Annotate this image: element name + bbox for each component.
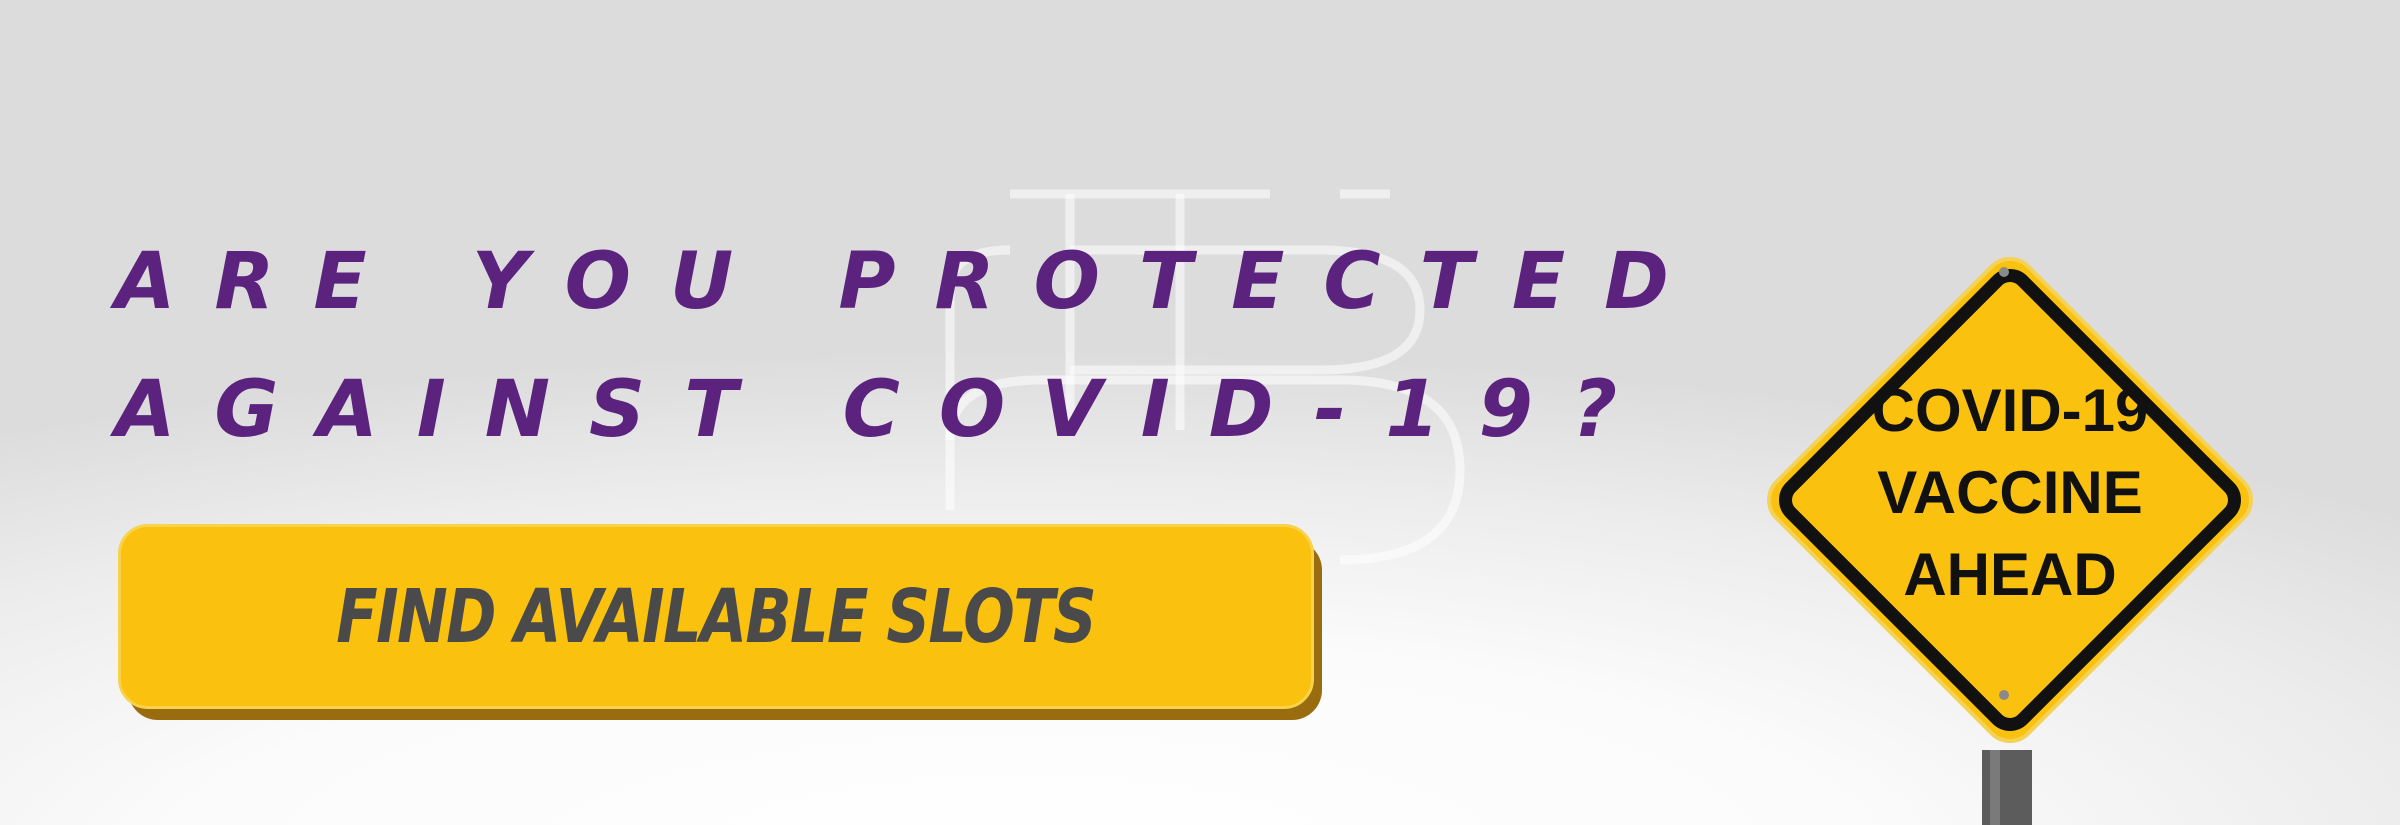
sign-bolt-top — [1999, 267, 2009, 277]
cta-button-label: FIND AVAILABLE SLOTS — [336, 573, 1097, 660]
find-available-slots-button[interactable]: FIND AVAILABLE SLOTS — [118, 524, 1314, 709]
headline-line-2: AGAINST COVID-19? — [115, 365, 1657, 455]
sign-post — [1982, 750, 2032, 825]
sign-text: COVID-19 VACCINE AHEAD — [1800, 370, 2220, 616]
sign-line-2: VACCINE — [1877, 459, 2143, 526]
sign-bolt-bottom — [1999, 690, 2009, 700]
headline: ARE YOU PROTECTED AGAINST COVID-19? — [115, 218, 1708, 474]
sign-line-3: AHEAD — [1903, 541, 2117, 608]
headline-line-1: ARE YOU PROTECTED — [115, 237, 1708, 327]
sign-line-1: COVID-19 — [1871, 377, 2149, 444]
